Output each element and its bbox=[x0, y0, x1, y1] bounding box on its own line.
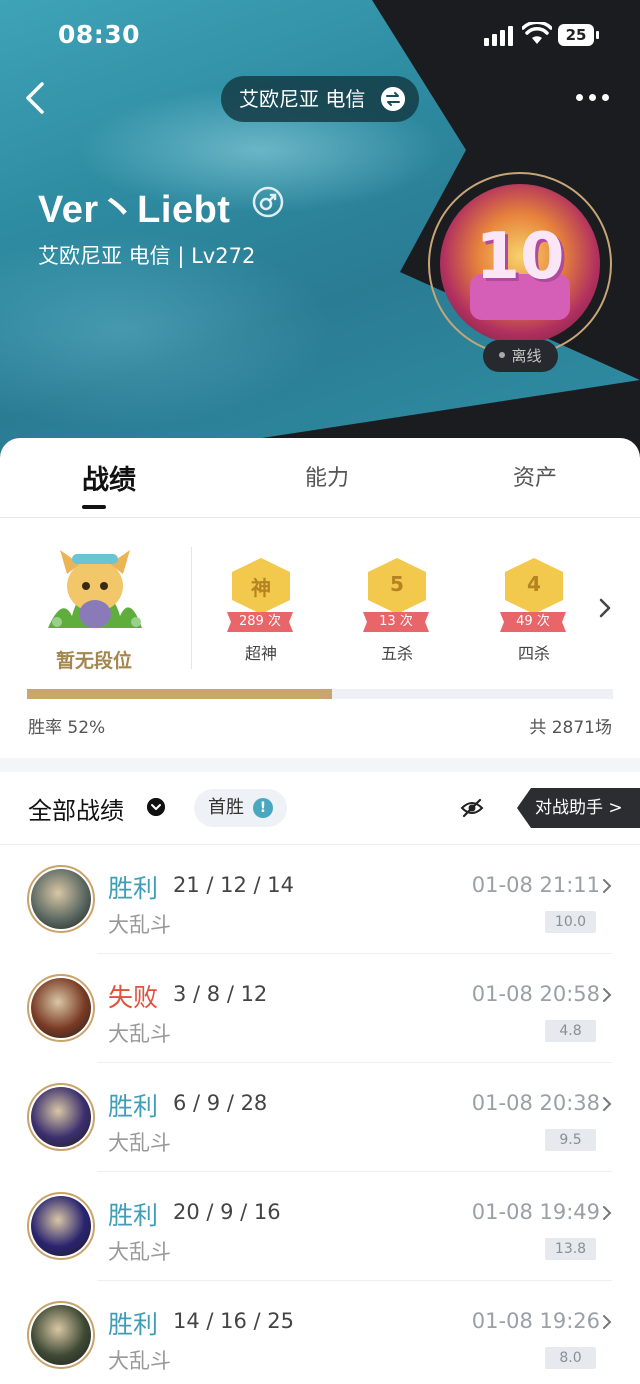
chevron-right-icon bbox=[603, 879, 612, 893]
match-mode: 大乱斗 bbox=[108, 1131, 171, 1155]
avatar-image: 10 bbox=[440, 184, 600, 344]
match-time: 01-08 21:11 bbox=[471, 873, 600, 897]
badge-count: 289 次 bbox=[227, 612, 293, 632]
first-win-label: 首胜 bbox=[208, 797, 244, 818]
cellular-signal-icon bbox=[484, 26, 516, 46]
battle-assistant-button[interactable]: 对战助手 > bbox=[517, 788, 640, 828]
info-icon: ! bbox=[253, 798, 273, 818]
match-score: 8.0 bbox=[545, 1347, 596, 1369]
badge-count: 13 次 bbox=[363, 612, 429, 632]
badge-label: 四杀 bbox=[517, 644, 550, 663]
avatar-number: 10 bbox=[475, 220, 565, 294]
win-rate-bar bbox=[27, 689, 613, 699]
badge-quadrakill[interactable]: 4 49 次 四杀 bbox=[491, 558, 577, 663]
champion-avatar bbox=[27, 1301, 95, 1369]
chevron-right-icon bbox=[603, 988, 612, 1002]
wifi-icon bbox=[522, 22, 552, 44]
tab-ability[interactable]: 能力 bbox=[305, 460, 349, 492]
match-time: 01-08 19:49 bbox=[471, 1200, 600, 1224]
male-gender-icon bbox=[252, 186, 284, 218]
match-mode: 大乱斗 bbox=[108, 913, 171, 937]
rank-emblem-icon bbox=[48, 550, 142, 628]
match-score: 10.0 bbox=[545, 911, 596, 933]
chevron-right-icon bbox=[603, 1206, 612, 1220]
badge-legendary[interactable]: 神 289 次 超神 bbox=[218, 558, 304, 663]
win-rate-bar-fill bbox=[27, 689, 332, 699]
match-result: 胜利 bbox=[108, 1310, 159, 1339]
match-kda: 21 / 12 / 14 bbox=[173, 873, 295, 897]
player-server-level: 艾欧尼亚 电信 | Lv272 bbox=[38, 244, 256, 268]
status-dot-icon bbox=[499, 351, 506, 358]
section-gap bbox=[0, 758, 640, 772]
status-bar: 08:30 25 bbox=[0, 0, 640, 72]
swap-icon bbox=[381, 87, 405, 111]
match-mode: 大乱斗 bbox=[108, 1022, 171, 1046]
champion-portrait bbox=[31, 1196, 91, 1256]
match-row[interactable]: 胜利 21 / 12 / 14 大乱斗 01-08 21:11 10.0 bbox=[0, 845, 640, 954]
badge-label: 超神 bbox=[244, 644, 277, 663]
badge-hex-icon: 神 bbox=[232, 558, 290, 614]
region-switch-button[interactable]: 艾欧尼亚 电信 bbox=[221, 76, 419, 122]
match-result: 失败 bbox=[108, 983, 159, 1012]
match-result: 胜利 bbox=[108, 874, 159, 903]
first-win-button[interactable]: 首胜 ! bbox=[194, 789, 287, 827]
region-label: 艾欧尼亚 电信 bbox=[239, 87, 366, 111]
match-time: 01-08 19:26 bbox=[471, 1309, 600, 1333]
champion-portrait bbox=[31, 869, 91, 929]
match-result: 胜利 bbox=[108, 1201, 159, 1230]
match-row[interactable]: 胜利 6 / 9 / 28 大乱斗 01-08 20:38 9.5 bbox=[0, 1063, 640, 1172]
badge-hex-icon: 4 bbox=[505, 558, 563, 614]
match-score: 9.5 bbox=[545, 1129, 596, 1151]
eye-off-icon[interactable] bbox=[460, 797, 484, 819]
match-row[interactable]: 失败 3 / 8 / 12 大乱斗 01-08 20:58 4.8 bbox=[0, 954, 640, 1063]
online-status-label: 离线 bbox=[511, 347, 542, 365]
match-mode: 大乱斗 bbox=[108, 1240, 171, 1264]
match-mode: 大乱斗 bbox=[108, 1349, 171, 1373]
badge-label: 五杀 bbox=[380, 644, 413, 663]
champion-portrait bbox=[31, 978, 91, 1038]
champion-avatar bbox=[27, 1083, 95, 1151]
chevron-right-icon bbox=[603, 1315, 612, 1329]
champion-portrait bbox=[31, 1305, 91, 1365]
chevron-right-icon bbox=[603, 1097, 612, 1111]
win-rate-text: 胜率 52% bbox=[28, 718, 106, 738]
all-records-dropdown[interactable]: 全部战绩 bbox=[28, 791, 124, 826]
badge-pentakill[interactable]: 5 13 次 五杀 bbox=[354, 558, 440, 663]
chevron-down-icon[interactable] bbox=[147, 798, 165, 816]
match-kda: 3 / 8 / 12 bbox=[173, 982, 268, 1006]
active-tab-indicator bbox=[82, 505, 106, 509]
match-kda: 6 / 9 / 28 bbox=[173, 1091, 268, 1115]
badge-char: 5 bbox=[390, 572, 404, 596]
champion-avatar bbox=[27, 1192, 95, 1260]
player-name: Ver丶Liebt bbox=[38, 189, 231, 231]
status-time: 08:30 bbox=[58, 20, 141, 49]
tab-records[interactable]: 战绩 bbox=[82, 458, 136, 497]
match-kda: 20 / 9 / 16 bbox=[173, 1200, 281, 1224]
total-games-text: 共 2871场 bbox=[529, 718, 612, 738]
divider bbox=[191, 547, 192, 669]
champion-avatar bbox=[27, 974, 95, 1042]
match-score: 4.8 bbox=[545, 1020, 596, 1042]
match-time: 01-08 20:58 bbox=[471, 982, 600, 1006]
tab-assets[interactable]: 资产 bbox=[513, 460, 557, 492]
online-status-badge: 离线 bbox=[483, 340, 558, 372]
badge-count: 49 次 bbox=[500, 612, 566, 632]
champion-portrait bbox=[31, 1087, 91, 1147]
match-row[interactable]: 胜利 14 / 16 / 25 大乱斗 01-08 19:26 8.0 bbox=[0, 1281, 640, 1384]
match-row[interactable]: 胜利 20 / 9 / 16 大乱斗 01-08 19:49 13.8 bbox=[0, 1172, 640, 1281]
match-result: 胜利 bbox=[108, 1092, 159, 1121]
avatar[interactable]: 10 bbox=[428, 172, 612, 356]
badge-hex-icon: 5 bbox=[368, 558, 426, 614]
battery-icon: 25 bbox=[558, 24, 599, 46]
champion-avatar bbox=[27, 865, 95, 933]
rank-label: 暂无段位 bbox=[56, 650, 133, 672]
match-time: 01-08 20:38 bbox=[471, 1091, 600, 1115]
more-options-icon[interactable] bbox=[576, 94, 610, 104]
back-icon[interactable] bbox=[22, 80, 56, 116]
match-score: 13.8 bbox=[545, 1238, 596, 1260]
chevron-right-icon[interactable] bbox=[598, 597, 612, 619]
badge-char: 4 bbox=[527, 572, 541, 596]
badge-char: 神 bbox=[251, 576, 271, 600]
match-kda: 14 / 16 / 25 bbox=[173, 1309, 295, 1333]
